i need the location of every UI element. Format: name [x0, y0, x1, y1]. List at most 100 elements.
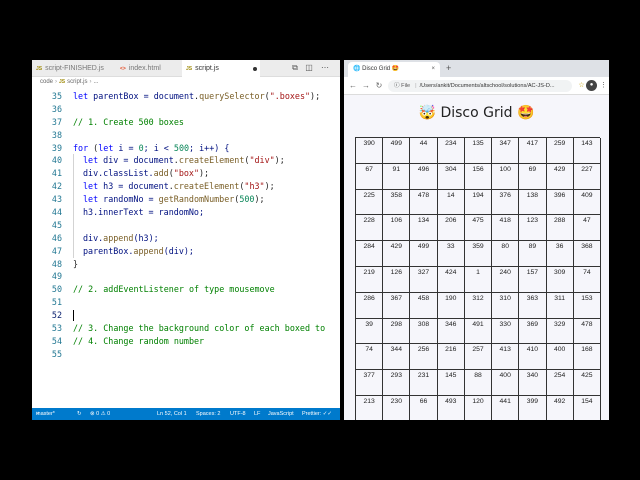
grid-box[interactable]: 231	[410, 370, 438, 396]
grid-box[interactable]: 234	[437, 138, 465, 164]
grid-box[interactable]: 329	[546, 318, 574, 345]
grid-box[interactable]: 228	[356, 215, 384, 242]
grid-box[interactable]: 143	[573, 138, 601, 164]
browser-tab-disco-grid[interactable]: 🌐 Disco Grid 🤩 ×	[348, 62, 440, 77]
grid-box[interactable]: 413	[492, 344, 520, 371]
grid-box[interactable]: 134	[410, 215, 438, 242]
grid-box[interactable]: 347	[492, 138, 520, 164]
code-editor[interactable]: JS script-FINISHED.js <> index.html JS scri…	[32, 60, 340, 420]
grid-box[interactable]: 259	[546, 138, 574, 164]
grid-box[interactable]: 429	[383, 241, 411, 267]
tab-script-finished[interactable]: JS script-FINISHED.js	[32, 60, 104, 77]
grid-box[interactable]: 288	[546, 215, 574, 242]
grid-box[interactable]: 168	[573, 344, 601, 371]
grid-box[interactable]: 225	[356, 189, 384, 216]
grid-box[interactable]: 499	[383, 138, 411, 164]
grid-box[interactable]: 478	[573, 318, 601, 345]
grid-box[interactable]: 363	[519, 292, 547, 319]
grid-box[interactable]: 309	[546, 266, 574, 293]
grid-box[interactable]: 286	[356, 292, 384, 319]
problems-indicator[interactable]: ⊗ 0 ⚠ 0	[90, 408, 110, 420]
unsaved-dot-icon[interactable]	[253, 67, 257, 71]
grid-box[interactable]: 230	[383, 395, 411, 420]
grid-box[interactable]: 293	[383, 370, 411, 396]
grid-box[interactable]: 135	[464, 138, 493, 164]
grid-box[interactable]: 475	[464, 215, 493, 242]
breadcrumb-folder[interactable]: code	[40, 79, 53, 85]
grid-box[interactable]: 254	[546, 370, 574, 396]
grid-box[interactable]: 410	[519, 344, 547, 371]
grid-box[interactable]: 327	[410, 266, 438, 293]
grid-box[interactable]: 36	[546, 241, 574, 267]
grid-box[interactable]: 409	[573, 189, 601, 216]
grid-box[interactable]: 478	[410, 189, 438, 216]
grid-box[interactable]: 346	[437, 318, 465, 345]
grid-box[interactable]: 1	[464, 266, 493, 293]
tab-script-js[interactable]: JS script.js	[182, 60, 260, 77]
grid-box[interactable]: 157	[519, 266, 547, 293]
grid-box[interactable]: 74	[573, 266, 601, 293]
close-tab-icon[interactable]: ×	[431, 62, 435, 77]
grid-box[interactable]: 257	[464, 344, 493, 371]
grid-box[interactable]: 344	[383, 344, 411, 371]
grid-box[interactable]: 499	[410, 241, 438, 267]
grid-box[interactable]: 417	[519, 138, 547, 164]
grid-box[interactable]: 493	[438, 395, 465, 420]
grid-box[interactable]: 304	[437, 163, 465, 190]
grid-box[interactable]: 91	[383, 163, 411, 190]
grid-box[interactable]: 311	[546, 292, 574, 319]
grid-box[interactable]: 14	[437, 189, 465, 216]
grid-box[interactable]: 39	[356, 318, 384, 345]
grid-box[interactable]: 492	[547, 395, 574, 420]
grid-box[interactable]: 308	[410, 318, 438, 345]
browser-menu-icon[interactable]: ⋮	[598, 80, 609, 91]
grid-box[interactable]: 74	[356, 344, 384, 371]
grid-box[interactable]: 106	[383, 215, 411, 242]
grid-box[interactable]: 120	[465, 395, 493, 420]
grid-box[interactable]: 145	[437, 370, 465, 396]
encoding-indicator[interactable]: UTF-8	[230, 408, 246, 420]
grid-box[interactable]: 376	[492, 189, 520, 216]
profile-avatar[interactable]: ●	[586, 80, 597, 91]
grid-box[interactable]: 44	[410, 138, 438, 164]
grid-box[interactable]: 399	[519, 395, 547, 420]
grid-box[interactable]: 400	[546, 344, 574, 371]
forward-icon[interactable]: →	[361, 80, 371, 92]
grid-box[interactable]: 156	[464, 163, 493, 190]
grid-box[interactable]: 312	[464, 292, 493, 319]
grid-box[interactable]: 190	[437, 292, 465, 319]
grid-box[interactable]: 458	[410, 292, 438, 319]
grid-box[interactable]: 194	[464, 189, 493, 216]
reload-icon[interactable]: ↻	[374, 80, 384, 92]
grid-box[interactable]: 89	[519, 241, 547, 267]
grid-box[interactable]: 240	[492, 266, 520, 293]
grid-box[interactable]: 491	[464, 318, 493, 345]
breadcrumb-file[interactable]: script.js	[67, 79, 87, 85]
grid-box[interactable]: 358	[383, 189, 411, 216]
grid-box[interactable]: 100	[492, 163, 520, 190]
tab-index-html[interactable]: <> index.html	[116, 60, 176, 77]
address-bar[interactable]: ⓘ File |/Users/ankit/Documents/altschool/…	[388, 80, 572, 92]
cursor-position[interactable]: Ln 52, Col 1	[157, 408, 187, 420]
grid-box[interactable]: 284	[356, 241, 384, 267]
grid-box[interactable]: 154	[574, 395, 601, 420]
grid-box[interactable]: 227	[573, 163, 601, 190]
grid-box[interactable]: 368	[573, 241, 601, 267]
grid-box[interactable]: 359	[464, 241, 493, 267]
grid-box[interactable]: 418	[492, 215, 520, 242]
new-tab-button[interactable]: +	[446, 62, 451, 75]
language-mode[interactable]: JavaScript	[268, 408, 294, 420]
prettier-indicator[interactable]: Prettier: ✓✓	[302, 408, 332, 420]
grid-box[interactable]: 256	[410, 344, 438, 371]
grid-box[interactable]: 219	[356, 266, 384, 293]
grid-box[interactable]: 400	[492, 370, 520, 396]
grid-box[interactable]: 88	[464, 370, 493, 396]
grid-box[interactable]: 33	[437, 241, 465, 267]
breadcrumb-symbol[interactable]: ...	[93, 79, 98, 85]
grid-box[interactable]: 396	[546, 189, 574, 216]
eol-indicator[interactable]: LF	[254, 408, 260, 420]
grid-box[interactable]: 377	[356, 370, 384, 396]
grid-box[interactable]: 424	[437, 266, 465, 293]
grid-box[interactable]: 425	[573, 370, 601, 396]
grid-box[interactable]: 206	[437, 215, 465, 242]
